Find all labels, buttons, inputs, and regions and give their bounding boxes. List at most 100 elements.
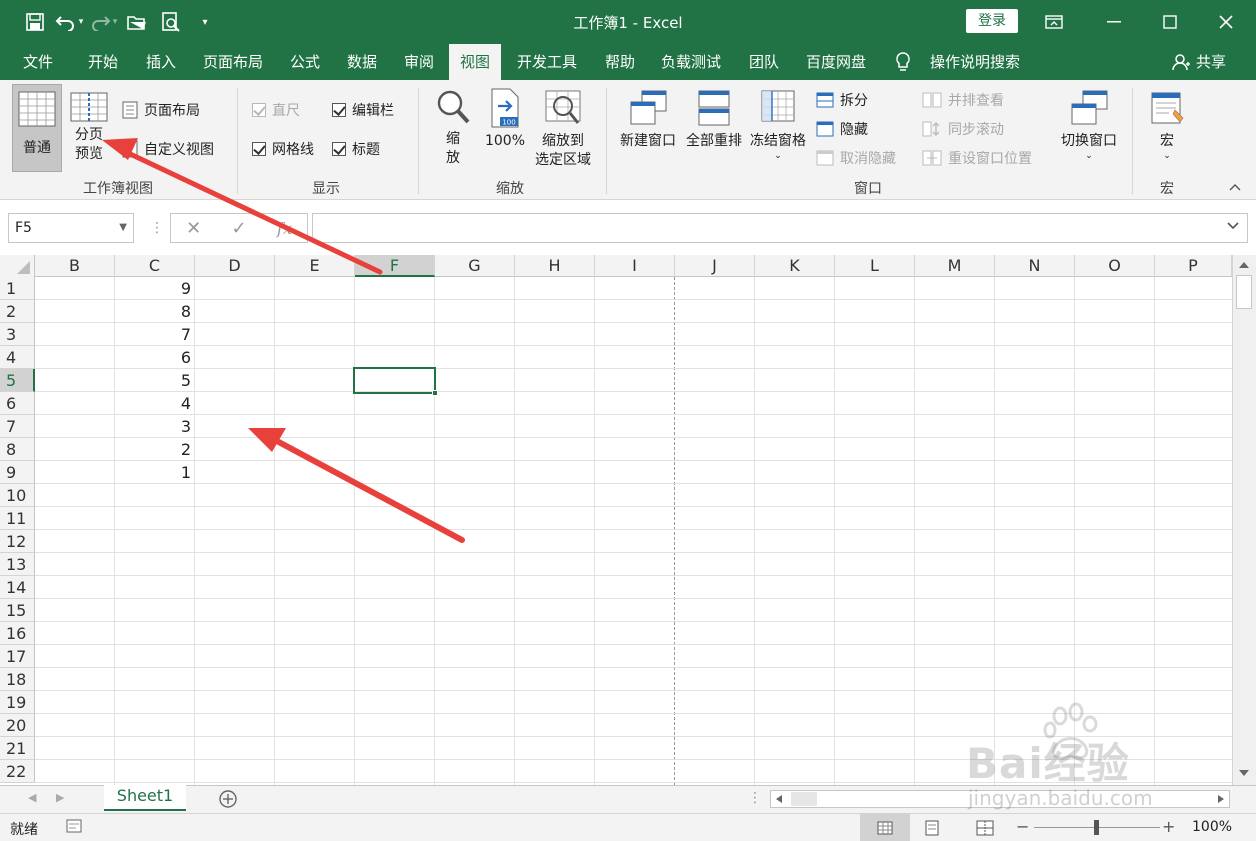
- undo-icon[interactable]: ▾: [52, 0, 86, 44]
- column-header-n[interactable]: N: [995, 255, 1075, 277]
- column-header-o[interactable]: O: [1075, 255, 1155, 277]
- column-header-c[interactable]: C: [115, 255, 195, 277]
- row-header-15[interactable]: 15: [0, 599, 35, 622]
- print-preview-icon[interactable]: [154, 0, 188, 44]
- tab-page-layout[interactable]: 页面布局: [192, 44, 274, 80]
- row-header-8[interactable]: 8: [0, 438, 35, 461]
- tab-help[interactable]: 帮助: [594, 44, 646, 80]
- select-all-corner[interactable]: [0, 255, 35, 277]
- row-header-7[interactable]: 7: [0, 415, 35, 438]
- hide-button[interactable]: 隐藏: [816, 119, 868, 139]
- column-header-f[interactable]: F: [355, 255, 435, 277]
- cell-c9[interactable]: 1: [115, 461, 191, 484]
- split-button[interactable]: 拆分: [816, 90, 868, 110]
- cell-c7[interactable]: 3: [115, 415, 191, 438]
- page-break-status-icon[interactable]: [976, 820, 994, 840]
- zoom-to-selection-button[interactable]: 缩放到 选定区域: [530, 88, 596, 170]
- column-header-p[interactable]: P: [1155, 255, 1232, 277]
- zoom-100-button[interactable]: 100 100%: [482, 88, 528, 151]
- cell-c4[interactable]: 6: [115, 346, 191, 369]
- custom-views-button[interactable]: 自定义视图: [122, 139, 214, 159]
- fill-handle[interactable]: [432, 390, 438, 396]
- zoom-button[interactable]: 缩 放: [432, 88, 474, 168]
- tab-formulas[interactable]: 公式: [279, 44, 331, 80]
- row-header-22[interactable]: 22: [0, 760, 35, 783]
- row-header-13[interactable]: 13: [0, 553, 35, 576]
- column-header-k[interactable]: K: [755, 255, 835, 277]
- redo-icon[interactable]: ▾: [86, 0, 120, 44]
- switch-windows-button[interactable]: 切换窗口 ⌄: [1056, 88, 1122, 161]
- row-header-2[interactable]: 2: [0, 300, 35, 323]
- row-header-9[interactable]: 9: [0, 461, 35, 484]
- row-header-6[interactable]: 6: [0, 392, 35, 415]
- tab-split-grip-icon[interactable]: ⋮: [748, 790, 762, 806]
- login-button[interactable]: 登录: [966, 9, 1018, 33]
- row-header-16[interactable]: 16: [0, 622, 35, 645]
- tab-insert[interactable]: 插入: [135, 44, 187, 80]
- formula-bar-grip-icon[interactable]: ⋮: [150, 220, 164, 236]
- tab-team[interactable]: 团队: [738, 44, 790, 80]
- tab-developer[interactable]: 开发工具: [506, 44, 588, 80]
- view-side-by-side-button[interactable]: 并排查看: [922, 90, 1004, 110]
- row-header-20[interactable]: 20: [0, 714, 35, 737]
- open-folder-icon[interactable]: [120, 0, 154, 44]
- macros-button[interactable]: 宏 ⌄: [1142, 88, 1192, 161]
- column-header-j[interactable]: J: [675, 255, 755, 277]
- worksheet-grid[interactable]: B C D E F G H I J K L M N O P 1 2 3 4 5 …: [0, 255, 1256, 785]
- expand-formula-bar-icon[interactable]: [1227, 219, 1239, 235]
- row-header-21[interactable]: 21: [0, 737, 35, 760]
- cell-c5[interactable]: 5: [115, 369, 191, 392]
- column-header-l[interactable]: L: [835, 255, 915, 277]
- zoom-out-icon[interactable]: −: [1016, 817, 1029, 836]
- insert-function-icon[interactable]: fx: [277, 219, 292, 238]
- add-sheet-icon[interactable]: [218, 789, 238, 813]
- cancel-icon[interactable]: ✕: [186, 218, 201, 239]
- row-header-18[interactable]: 18: [0, 668, 35, 691]
- macro-record-icon[interactable]: [66, 819, 82, 837]
- cell-c6[interactable]: 4: [115, 392, 191, 415]
- save-icon[interactable]: [18, 0, 52, 44]
- tab-file[interactable]: 文件: [12, 44, 64, 80]
- freeze-panes-button[interactable]: 冻结窗格 ⌄: [746, 88, 810, 161]
- headings-checkbox[interactable]: 标题: [332, 139, 380, 159]
- sync-scroll-button[interactable]: 同步滚动: [922, 119, 1004, 139]
- tab-data[interactable]: 数据: [336, 44, 388, 80]
- next-sheet-icon[interactable]: ▶: [56, 791, 64, 804]
- close-icon[interactable]: [1198, 0, 1254, 44]
- cell-c1[interactable]: 9: [115, 277, 191, 300]
- row-header-10[interactable]: 10: [0, 484, 35, 507]
- name-box-dropdown-icon[interactable]: ▼: [119, 214, 127, 242]
- prev-sheet-icon[interactable]: ◀: [28, 791, 36, 804]
- tell-me-search[interactable]: 操作说明搜索: [894, 44, 1020, 80]
- tab-baidu-netdisk[interactable]: 百度网盘: [795, 44, 877, 80]
- column-header-b[interactable]: B: [35, 255, 115, 277]
- vertical-scrollbar[interactable]: [1232, 255, 1256, 785]
- page-layout-status-icon[interactable]: [924, 820, 940, 840]
- row-header-5[interactable]: 5: [0, 369, 35, 392]
- vertical-scroll-thumb[interactable]: [1236, 275, 1252, 309]
- row-header-11[interactable]: 11: [0, 507, 35, 530]
- tab-load-test[interactable]: 负载测试: [650, 44, 732, 80]
- scroll-right-icon[interactable]: [1215, 793, 1227, 809]
- row-header-19[interactable]: 19: [0, 691, 35, 714]
- zoom-in-icon[interactable]: +: [1162, 817, 1175, 836]
- row-header-3[interactable]: 3: [0, 323, 35, 346]
- zoom-level[interactable]: 100%: [1192, 819, 1232, 835]
- column-header-m[interactable]: M: [915, 255, 995, 277]
- zoom-slider-thumb[interactable]: [1094, 820, 1099, 835]
- name-box[interactable]: F5 ▼: [8, 213, 134, 243]
- cell-c8[interactable]: 2: [115, 438, 191, 461]
- scroll-down-icon[interactable]: [1237, 767, 1251, 783]
- formula-input[interactable]: [312, 213, 1248, 243]
- tab-view[interactable]: 视图: [449, 44, 502, 80]
- horizontal-scroll-thumb[interactable]: [817, 792, 1197, 806]
- column-header-i[interactable]: I: [595, 255, 675, 277]
- ribbon-display-options-icon[interactable]: [1026, 0, 1082, 44]
- ruler-checkbox[interactable]: 直尺: [252, 100, 300, 120]
- maximize-icon[interactable]: [1142, 0, 1198, 44]
- row-header-1[interactable]: 1: [0, 277, 35, 300]
- minimize-icon[interactable]: [1086, 0, 1142, 44]
- arrange-all-button[interactable]: 全部重排: [682, 88, 746, 151]
- gridlines-checkbox[interactable]: 网格线: [252, 139, 314, 159]
- normal-view-button[interactable]: 普通: [12, 84, 62, 172]
